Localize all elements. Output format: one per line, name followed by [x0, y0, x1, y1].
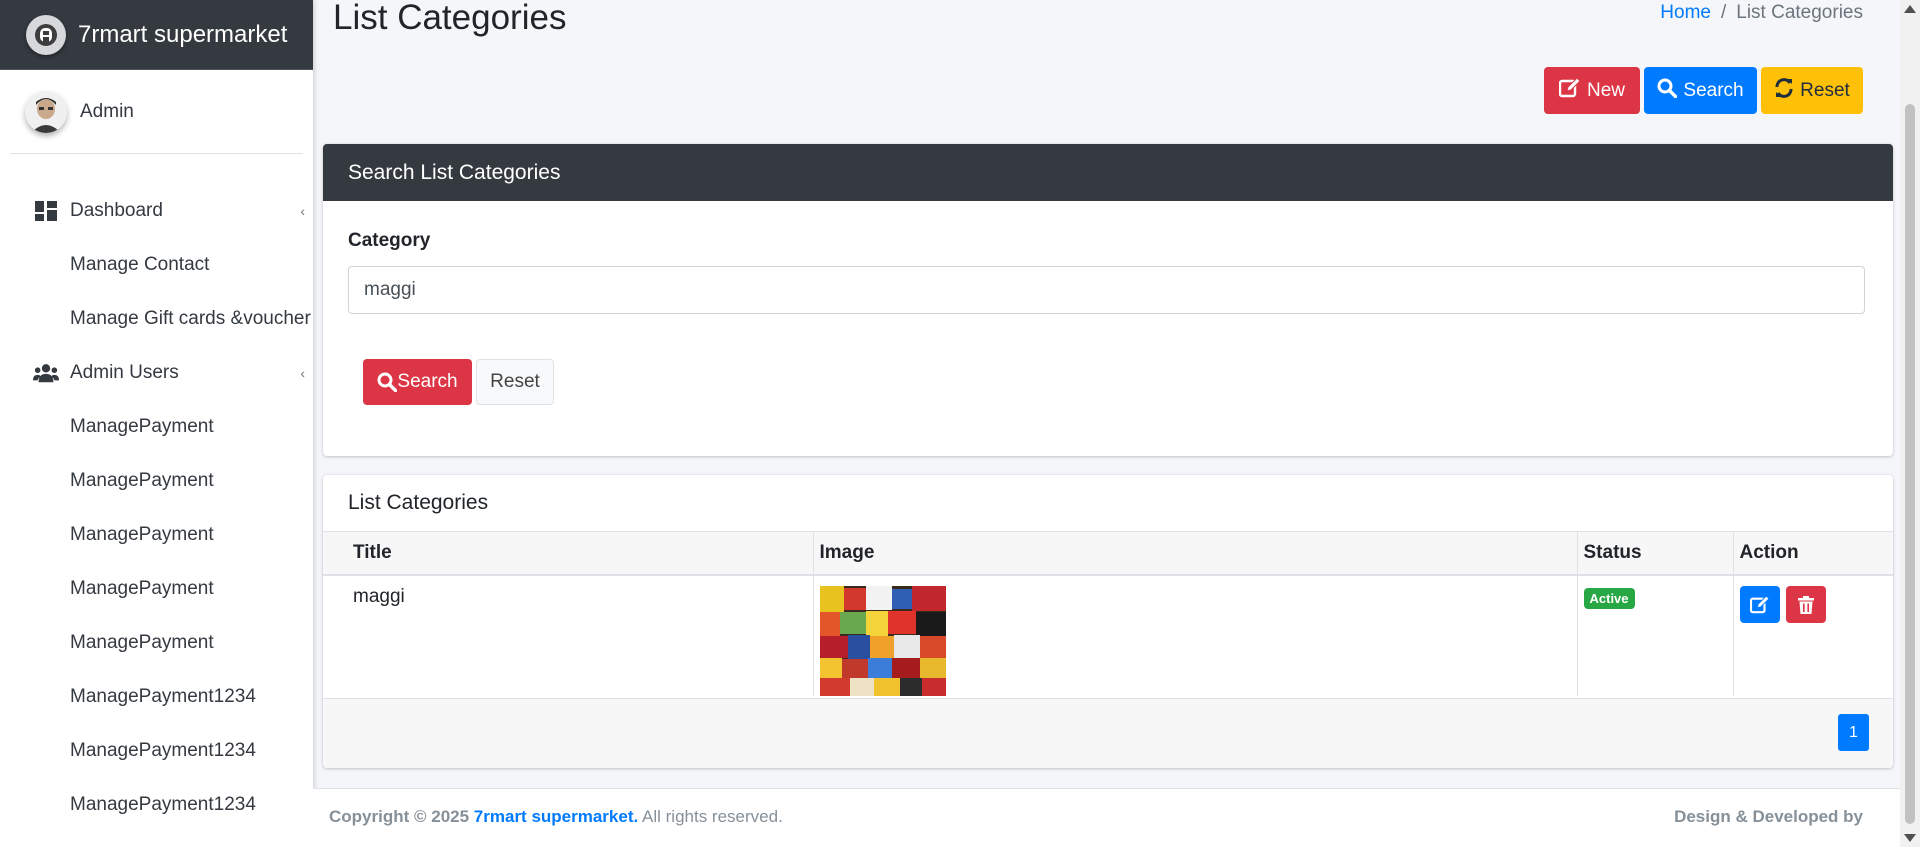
- chevron-left-icon: ‹: [300, 203, 305, 219]
- sidebar-item-manage-payment[interactable]: ManagePayment: [0, 562, 313, 616]
- sidebar-item-label: Manage Contact: [70, 254, 210, 275]
- search-form-actions: Search Reset: [363, 359, 554, 405]
- sidebar-item-manage-payment[interactable]: ManagePayment: [0, 454, 313, 508]
- column-header-image[interactable]: Image: [813, 532, 1578, 576]
- content-wrapper: List Categories Home / List Categories New…: [313, 0, 1900, 847]
- sidebar-nav: Dashboard ‹ Manage Contact Manage Gift c…: [0, 154, 313, 832]
- sidebar-item-label: Admin Users: [70, 362, 179, 383]
- table-header-row: Title Image Status Action: [323, 532, 1893, 576]
- categories-table: Title Image Status Action maggi Active: [323, 532, 1893, 696]
- search-card-title: Search List Categories: [323, 144, 1893, 201]
- sidebar-item-label: ManagePayment: [70, 632, 214, 653]
- sidebar: 7rmart supermarket Admin Dashboard ‹ Man…: [0, 0, 313, 847]
- sidebar-item-manage-gift-cards[interactable]: Manage Gift cards &voucher: [0, 292, 313, 346]
- sidebar-item-label: ManagePayment: [70, 578, 214, 599]
- trash-icon: [1797, 595, 1814, 614]
- users-icon: [33, 363, 59, 383]
- delete-row-button[interactable]: [1785, 586, 1826, 623]
- sidebar-item-label: Dashboard: [70, 200, 163, 221]
- sidebar-item-label: ManagePayment1234: [70, 794, 256, 815]
- category-action-cell: [1733, 575, 1893, 696]
- copyright-rights: All rights reserved.: [642, 807, 783, 826]
- search-reset-button[interactable]: Reset: [476, 359, 554, 405]
- search-submit-button[interactable]: Search: [363, 359, 472, 405]
- category-input[interactable]: [348, 266, 1865, 314]
- pagination-bar: 1: [323, 698, 1893, 768]
- sync-icon: [1774, 77, 1794, 104]
- sidebar-item-manage-payment[interactable]: ManagePayment: [0, 616, 313, 670]
- breadcrumb-home-link[interactable]: Home: [1660, 2, 1711, 23]
- category-image-cell: [813, 575, 1578, 696]
- column-header-status[interactable]: Status: [1577, 532, 1734, 576]
- list-card: List Categories Title Image Status Actio…: [323, 475, 1893, 768]
- search-button[interactable]: Search: [1644, 67, 1757, 114]
- top-actions: New Search Reset: [1544, 67, 1863, 114]
- sidebar-item-label: ManagePayment: [70, 416, 214, 437]
- sidebar-item-admin-users[interactable]: Admin Users ‹: [0, 346, 313, 400]
- edit-row-button[interactable]: [1739, 586, 1780, 623]
- search-button-label: Search: [1683, 79, 1744, 101]
- breadcrumb: Home / List Categories: [1660, 2, 1863, 24]
- list-card-title: List Categories: [323, 475, 1893, 532]
- copyright-prefix: Copyright © 2025: [329, 807, 470, 826]
- dashboard-icon: [33, 201, 59, 221]
- user-name: Admin: [80, 100, 134, 122]
- user-panel[interactable]: Admin: [10, 70, 303, 154]
- chevron-left-icon: ‹: [300, 365, 305, 381]
- breadcrumb-current: List Categories: [1736, 2, 1863, 23]
- scroll-up-arrow-icon[interactable]: [1904, 5, 1916, 13]
- reset-button[interactable]: Reset: [1761, 67, 1863, 114]
- sidebar-item-dashboard[interactable]: Dashboard ‹: [0, 184, 313, 238]
- search-icon: [377, 372, 398, 392]
- footer-company-link[interactable]: 7rmart supermarket.: [474, 807, 638, 826]
- copyright-text: Copyright © 2025 7rmart supermarket. All…: [329, 807, 783, 827]
- site-footer: Copyright © 2025 7rmart supermarket. All…: [313, 788, 1900, 847]
- sidebar-item-manage-payment-1234[interactable]: ManagePayment1234: [0, 724, 313, 778]
- pagination-page-1[interactable]: 1: [1838, 714, 1869, 751]
- sidebar-item-label: ManagePayment: [70, 524, 214, 545]
- column-header-action[interactable]: Action: [1733, 532, 1893, 576]
- sidebar-item-manage-payment-1234[interactable]: ManagePayment1234: [0, 778, 313, 832]
- scroll-down-arrow-icon[interactable]: [1904, 834, 1916, 842]
- new-button-label: New: [1586, 79, 1625, 101]
- breadcrumb-separator: /: [1720, 2, 1727, 23]
- category-title-cell: maggi: [323, 575, 814, 696]
- sidebar-item-label: ManagePayment1234: [70, 686, 256, 707]
- new-button[interactable]: New: [1544, 67, 1640, 114]
- category-thumbnail-image[interactable]: [819, 586, 946, 696]
- avatar: [25, 90, 67, 133]
- search-icon: [1657, 78, 1678, 104]
- brand-link[interactable]: 7rmart supermarket: [0, 0, 313, 70]
- search-submit-label: Search: [397, 371, 458, 392]
- scrollbar-thumb[interactable]: [1905, 104, 1915, 824]
- brand-name: 7rmart supermarket: [78, 20, 288, 48]
- vertical-scrollbar[interactable]: [1900, 0, 1920, 847]
- category-status-cell: Active: [1577, 575, 1734, 696]
- table-row: maggi Active: [323, 575, 1893, 696]
- sidebar-item-manage-payment-1234[interactable]: ManagePayment1234: [0, 670, 313, 724]
- page-title: List Categories: [333, 0, 567, 37]
- sidebar-item-label: ManagePayment1234: [70, 740, 256, 761]
- reset-button-label: Reset: [1800, 79, 1850, 101]
- edit-icon: [1749, 595, 1770, 614]
- sidebar-item-label: ManagePayment: [70, 470, 214, 491]
- sidebar-item-manage-payment[interactable]: ManagePayment: [0, 400, 313, 454]
- design-credit: Design & Developed by: [1674, 807, 1863, 826]
- sidebar-item-label: Manage Gift cards &voucher: [70, 308, 311, 329]
- category-label: Category: [348, 230, 431, 251]
- sidebar-item-manage-contact[interactable]: Manage Contact: [0, 238, 313, 292]
- status-badge: Active: [1583, 588, 1635, 609]
- brand-logo-icon: [26, 14, 66, 55]
- edit-icon: [1558, 76, 1581, 104]
- sidebar-item-manage-payment[interactable]: ManagePayment: [0, 508, 313, 562]
- column-header-title[interactable]: Title: [323, 532, 814, 576]
- search-card: Search List Categories Category Search R…: [323, 144, 1893, 456]
